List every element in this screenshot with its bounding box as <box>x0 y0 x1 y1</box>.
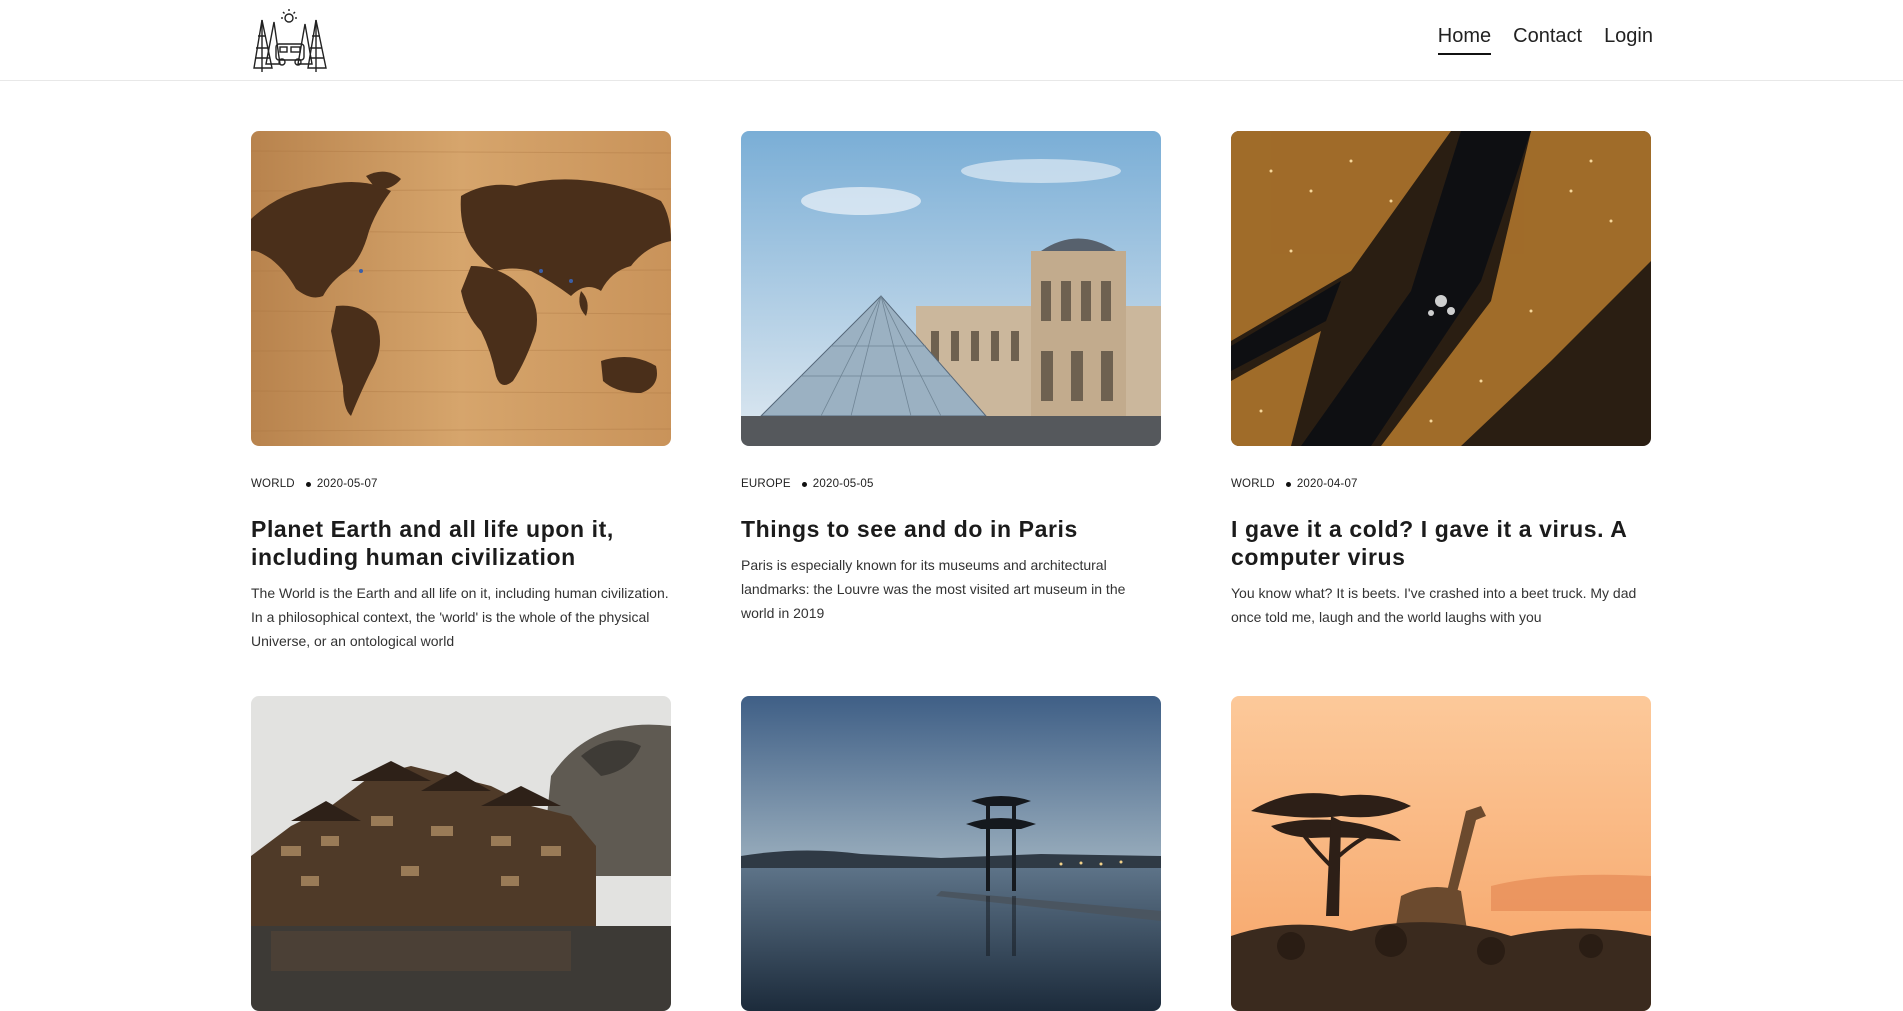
post-card[interactable]: EUROPE 2020-05-05 Things to see and do i… <box>741 131 1161 696</box>
post-image-link[interactable] <box>741 131 1161 446</box>
post-meta: WORLD 2020-05-07 <box>251 477 671 491</box>
post-image-link[interactable] <box>251 696 671 1011</box>
post-image-link[interactable] <box>251 131 671 446</box>
post-meta: WORLD 2020-04-07 <box>1231 477 1651 491</box>
post-title[interactable]: I gave it a cold? I gave it a virus. A c… <box>1231 515 1651 571</box>
louvre-pyramid-image <box>741 131 1161 446</box>
meta-separator-icon <box>1285 481 1291 487</box>
lake-pagoda-dusk-image <box>741 696 1161 1011</box>
post-grid: WORLD 2020-05-07 Planet Earth and all li… <box>251 131 1651 1011</box>
post-title[interactable]: Planet Earth and all life upon it, inclu… <box>251 515 671 571</box>
post-title[interactable]: Things to see and do in Paris <box>741 515 1161 543</box>
post-image-link[interactable] <box>741 696 1161 1011</box>
camper-van-logo-icon <box>253 9 327 72</box>
nav-login-link[interactable]: Login <box>1604 25 1653 55</box>
site-header: Home Contact Login <box>0 0 1903 81</box>
post-image-link[interactable] <box>1231 131 1651 446</box>
city-lights-aerial-image <box>1231 131 1651 446</box>
wooden-world-map-image <box>251 131 671 446</box>
post-card[interactable]: WORLD 2020-04-07 I gave it a cold? I gav… <box>1231 131 1651 696</box>
site-logo[interactable] <box>250 6 330 72</box>
savanna-giraffe-sunset-image <box>1231 696 1651 1011</box>
post-category[interactable]: WORLD <box>1231 478 1275 490</box>
post-meta: EUROPE 2020-05-05 <box>741 477 1161 491</box>
post-excerpt: Paris is especially known for its museum… <box>741 557 1126 621</box>
post-date: 2020-05-05 <box>812 478 874 490</box>
nav-home-link[interactable]: Home <box>1437 25 1492 55</box>
riverside-old-town-image <box>251 696 671 1011</box>
post-excerpt: You know what? It is beets. I've crashed… <box>1231 585 1637 625</box>
post-category[interactable]: EUROPE <box>741 478 791 490</box>
post-card[interactable] <box>251 696 671 1011</box>
post-card[interactable] <box>1231 696 1651 1011</box>
meta-separator-icon <box>801 481 807 487</box>
post-date: 2020-04-07 <box>1296 478 1358 490</box>
post-date: 2020-05-07 <box>316 478 378 490</box>
meta-separator-icon <box>305 481 311 487</box>
post-category[interactable]: WORLD <box>251 478 295 490</box>
main-nav: Home Contact Login <box>1437 25 1653 55</box>
post-card[interactable]: WORLD 2020-05-07 Planet Earth and all li… <box>251 131 671 696</box>
nav-contact-link[interactable]: Contact <box>1513 25 1582 55</box>
post-card[interactable] <box>741 696 1161 1011</box>
post-excerpt: The World is the Earth and all life on i… <box>251 585 669 649</box>
post-image-link[interactable] <box>1231 696 1651 1011</box>
